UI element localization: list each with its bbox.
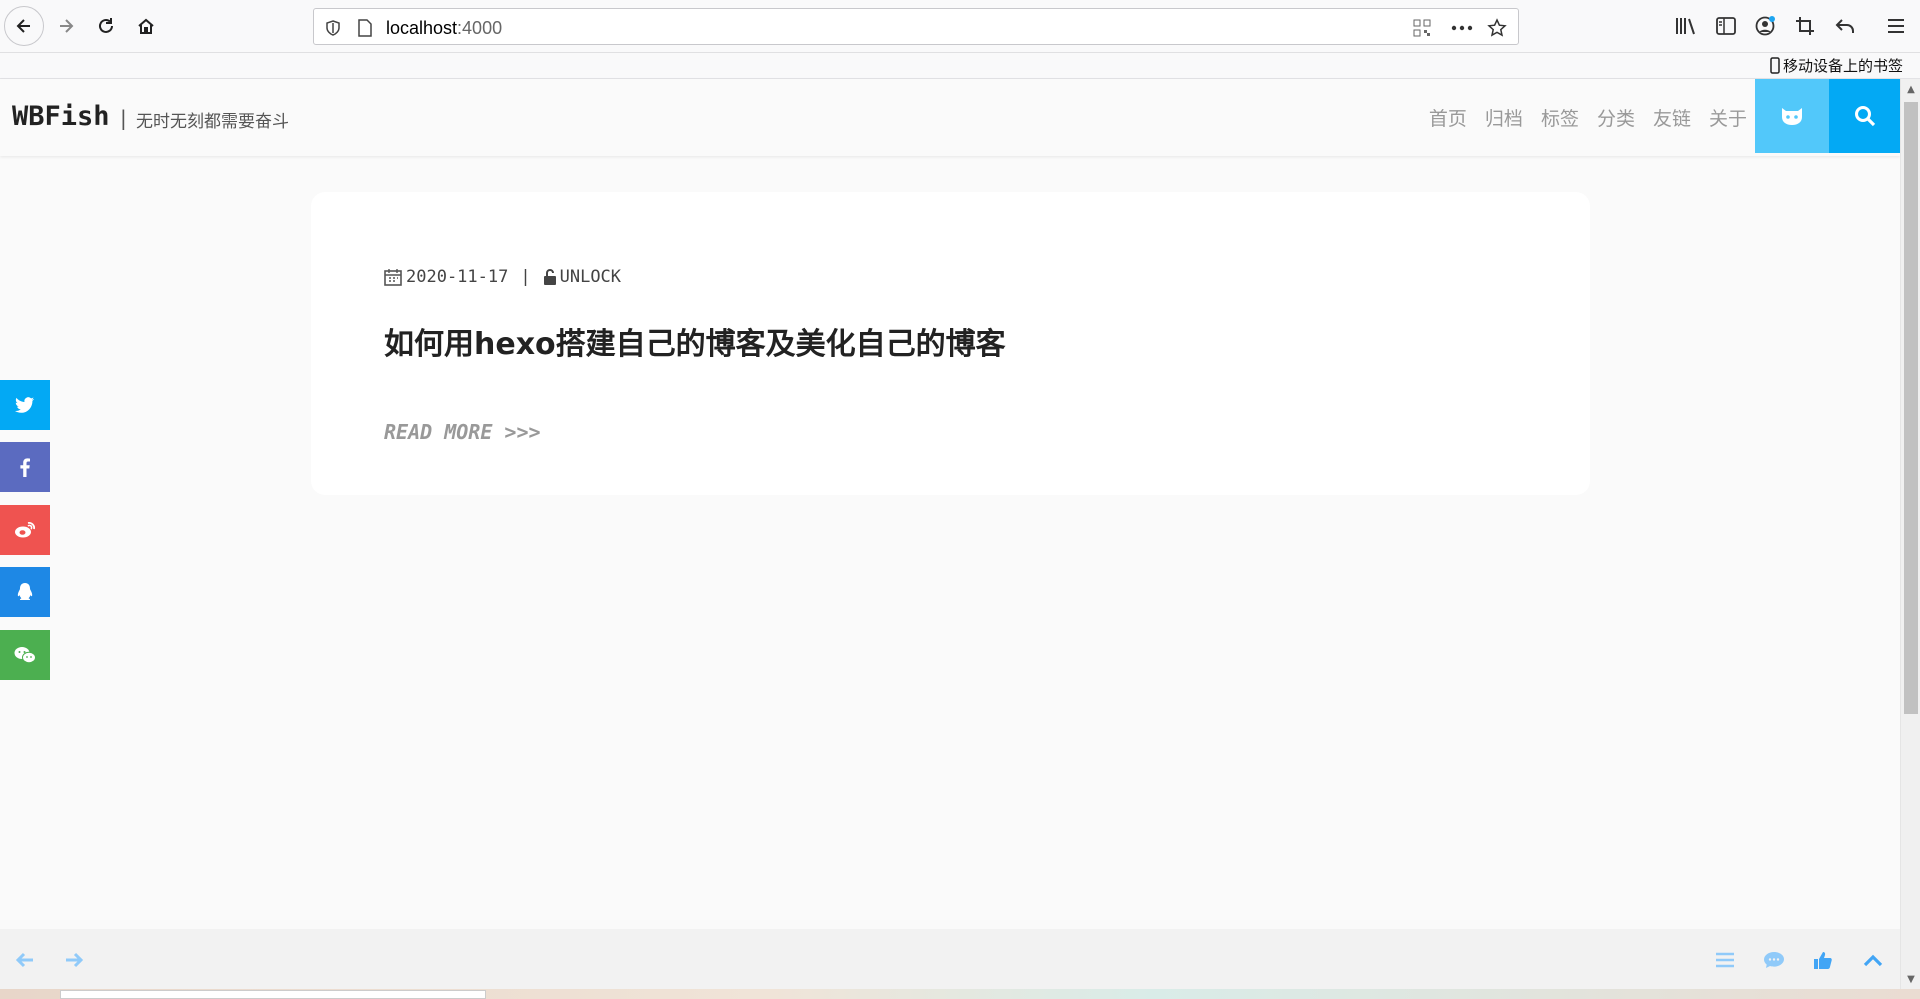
prev-page-icon[interactable] xyxy=(12,947,38,973)
mobile-device-icon xyxy=(1770,57,1780,74)
wechat-icon xyxy=(14,647,36,664)
logo-separator: | xyxy=(120,106,127,130)
star-icon[interactable] xyxy=(1486,17,1508,39)
post-meta: 2020-11-17 | UNLOCK xyxy=(384,267,621,287)
site-slogan: 无时无刻都需要奋斗 xyxy=(136,112,289,132)
scroll-thumb[interactable] xyxy=(1904,102,1918,714)
url-host: localhost xyxy=(386,18,458,38)
undo-icon[interactable] xyxy=(1832,13,1858,39)
like-thumb-icon[interactable] xyxy=(1810,947,1836,973)
qr-code-icon[interactable] xyxy=(1411,17,1433,39)
account-icon[interactable] xyxy=(1752,13,1778,39)
arrow-left-icon xyxy=(16,19,30,33)
site-logo[interactable]: WBFish xyxy=(12,101,110,132)
unlock-icon xyxy=(543,269,556,285)
facebook-icon xyxy=(20,457,30,477)
lock-status: UNLOCK xyxy=(559,267,622,287)
bookmark-bar: 移动设备上的书签 xyxy=(0,53,1920,79)
weibo-icon xyxy=(15,522,35,538)
url-port: :4000 xyxy=(457,18,503,38)
search-button[interactable] xyxy=(1829,79,1900,153)
browser-toolbar: localhost:4000 xyxy=(0,0,1920,53)
nav-item-about[interactable]: 关于 xyxy=(1709,104,1747,131)
back-to-top-icon[interactable] xyxy=(1860,947,1886,973)
share-weibo-button[interactable] xyxy=(0,505,50,555)
toc-list-icon[interactable] xyxy=(1712,947,1738,973)
mobile-bookmarks[interactable]: 移动设备上的书签 xyxy=(1770,55,1903,76)
crop-icon[interactable] xyxy=(1792,13,1818,39)
main-nav: 首页 归档 标签 分类 友链 关于 xyxy=(1429,104,1747,131)
page-icon xyxy=(354,17,376,39)
read-more-link[interactable]: READ MORE >>> xyxy=(384,420,541,444)
scroll-down-arrow-icon[interactable]: ▼ xyxy=(1901,969,1920,989)
next-page-icon[interactable] xyxy=(61,947,87,973)
nav-item-links[interactable]: 友链 xyxy=(1653,104,1691,131)
url-text: localhost:4000 xyxy=(386,18,502,39)
reload-button[interactable] xyxy=(86,6,126,46)
qq-icon xyxy=(17,583,33,600)
shield-icon[interactable] xyxy=(322,17,344,39)
post-card: 2020-11-17 | UNLOCK 如何用hexo搭建自己的博客及美化自己的… xyxy=(311,192,1590,495)
page-scrollbar[interactable]: ▲ ▼ xyxy=(1900,79,1920,989)
os-taskbar xyxy=(0,989,1920,999)
home-icon xyxy=(138,18,154,34)
share-qq-button[interactable] xyxy=(0,567,50,617)
back-button[interactable] xyxy=(4,6,44,46)
post-date: 2020-11-17 xyxy=(406,267,509,287)
address-bar[interactable]: localhost:4000 xyxy=(313,8,1519,45)
bookmark-label: 移动设备上的书签 xyxy=(1782,57,1903,75)
nav-item-categories[interactable]: 分类 xyxy=(1597,104,1635,131)
search-icon xyxy=(1854,106,1875,127)
site-header: WBFish | 无时无刻都需要奋斗 首页 归档 标签 分类 友链 关于 xyxy=(0,79,1900,156)
share-wechat-button[interactable] xyxy=(0,630,50,680)
nav-item-tags[interactable]: 标签 xyxy=(1541,104,1579,131)
taskbar-window[interactable] xyxy=(60,990,486,999)
github-cat-icon xyxy=(1782,108,1802,125)
more-actions-icon[interactable] xyxy=(1451,17,1473,39)
nav-item-archive[interactable]: 归档 xyxy=(1485,104,1523,131)
share-twitter-button[interactable] xyxy=(0,380,50,430)
github-button[interactable] xyxy=(1755,79,1829,153)
arrow-right-icon xyxy=(60,19,74,33)
post-title[interactable]: 如何用hexo搭建自己的博客及美化自己的博客 xyxy=(384,319,1006,363)
reload-icon xyxy=(99,18,113,33)
sidebar-icon[interactable] xyxy=(1713,13,1739,39)
scroll-up-arrow-icon[interactable]: ▲ xyxy=(1901,79,1920,99)
share-facebook-button[interactable] xyxy=(0,442,50,492)
home-button[interactable] xyxy=(126,6,166,46)
calendar-icon xyxy=(384,269,402,286)
nav-item-home[interactable]: 首页 xyxy=(1429,104,1467,131)
meta-separator: | xyxy=(520,267,531,287)
menu-icon[interactable] xyxy=(1883,13,1909,39)
library-icon[interactable] xyxy=(1673,13,1699,39)
forward-button[interactable] xyxy=(46,6,86,46)
comment-icon[interactable] xyxy=(1761,947,1787,973)
twitter-icon xyxy=(15,396,34,413)
bottom-toolbar xyxy=(0,929,1900,989)
